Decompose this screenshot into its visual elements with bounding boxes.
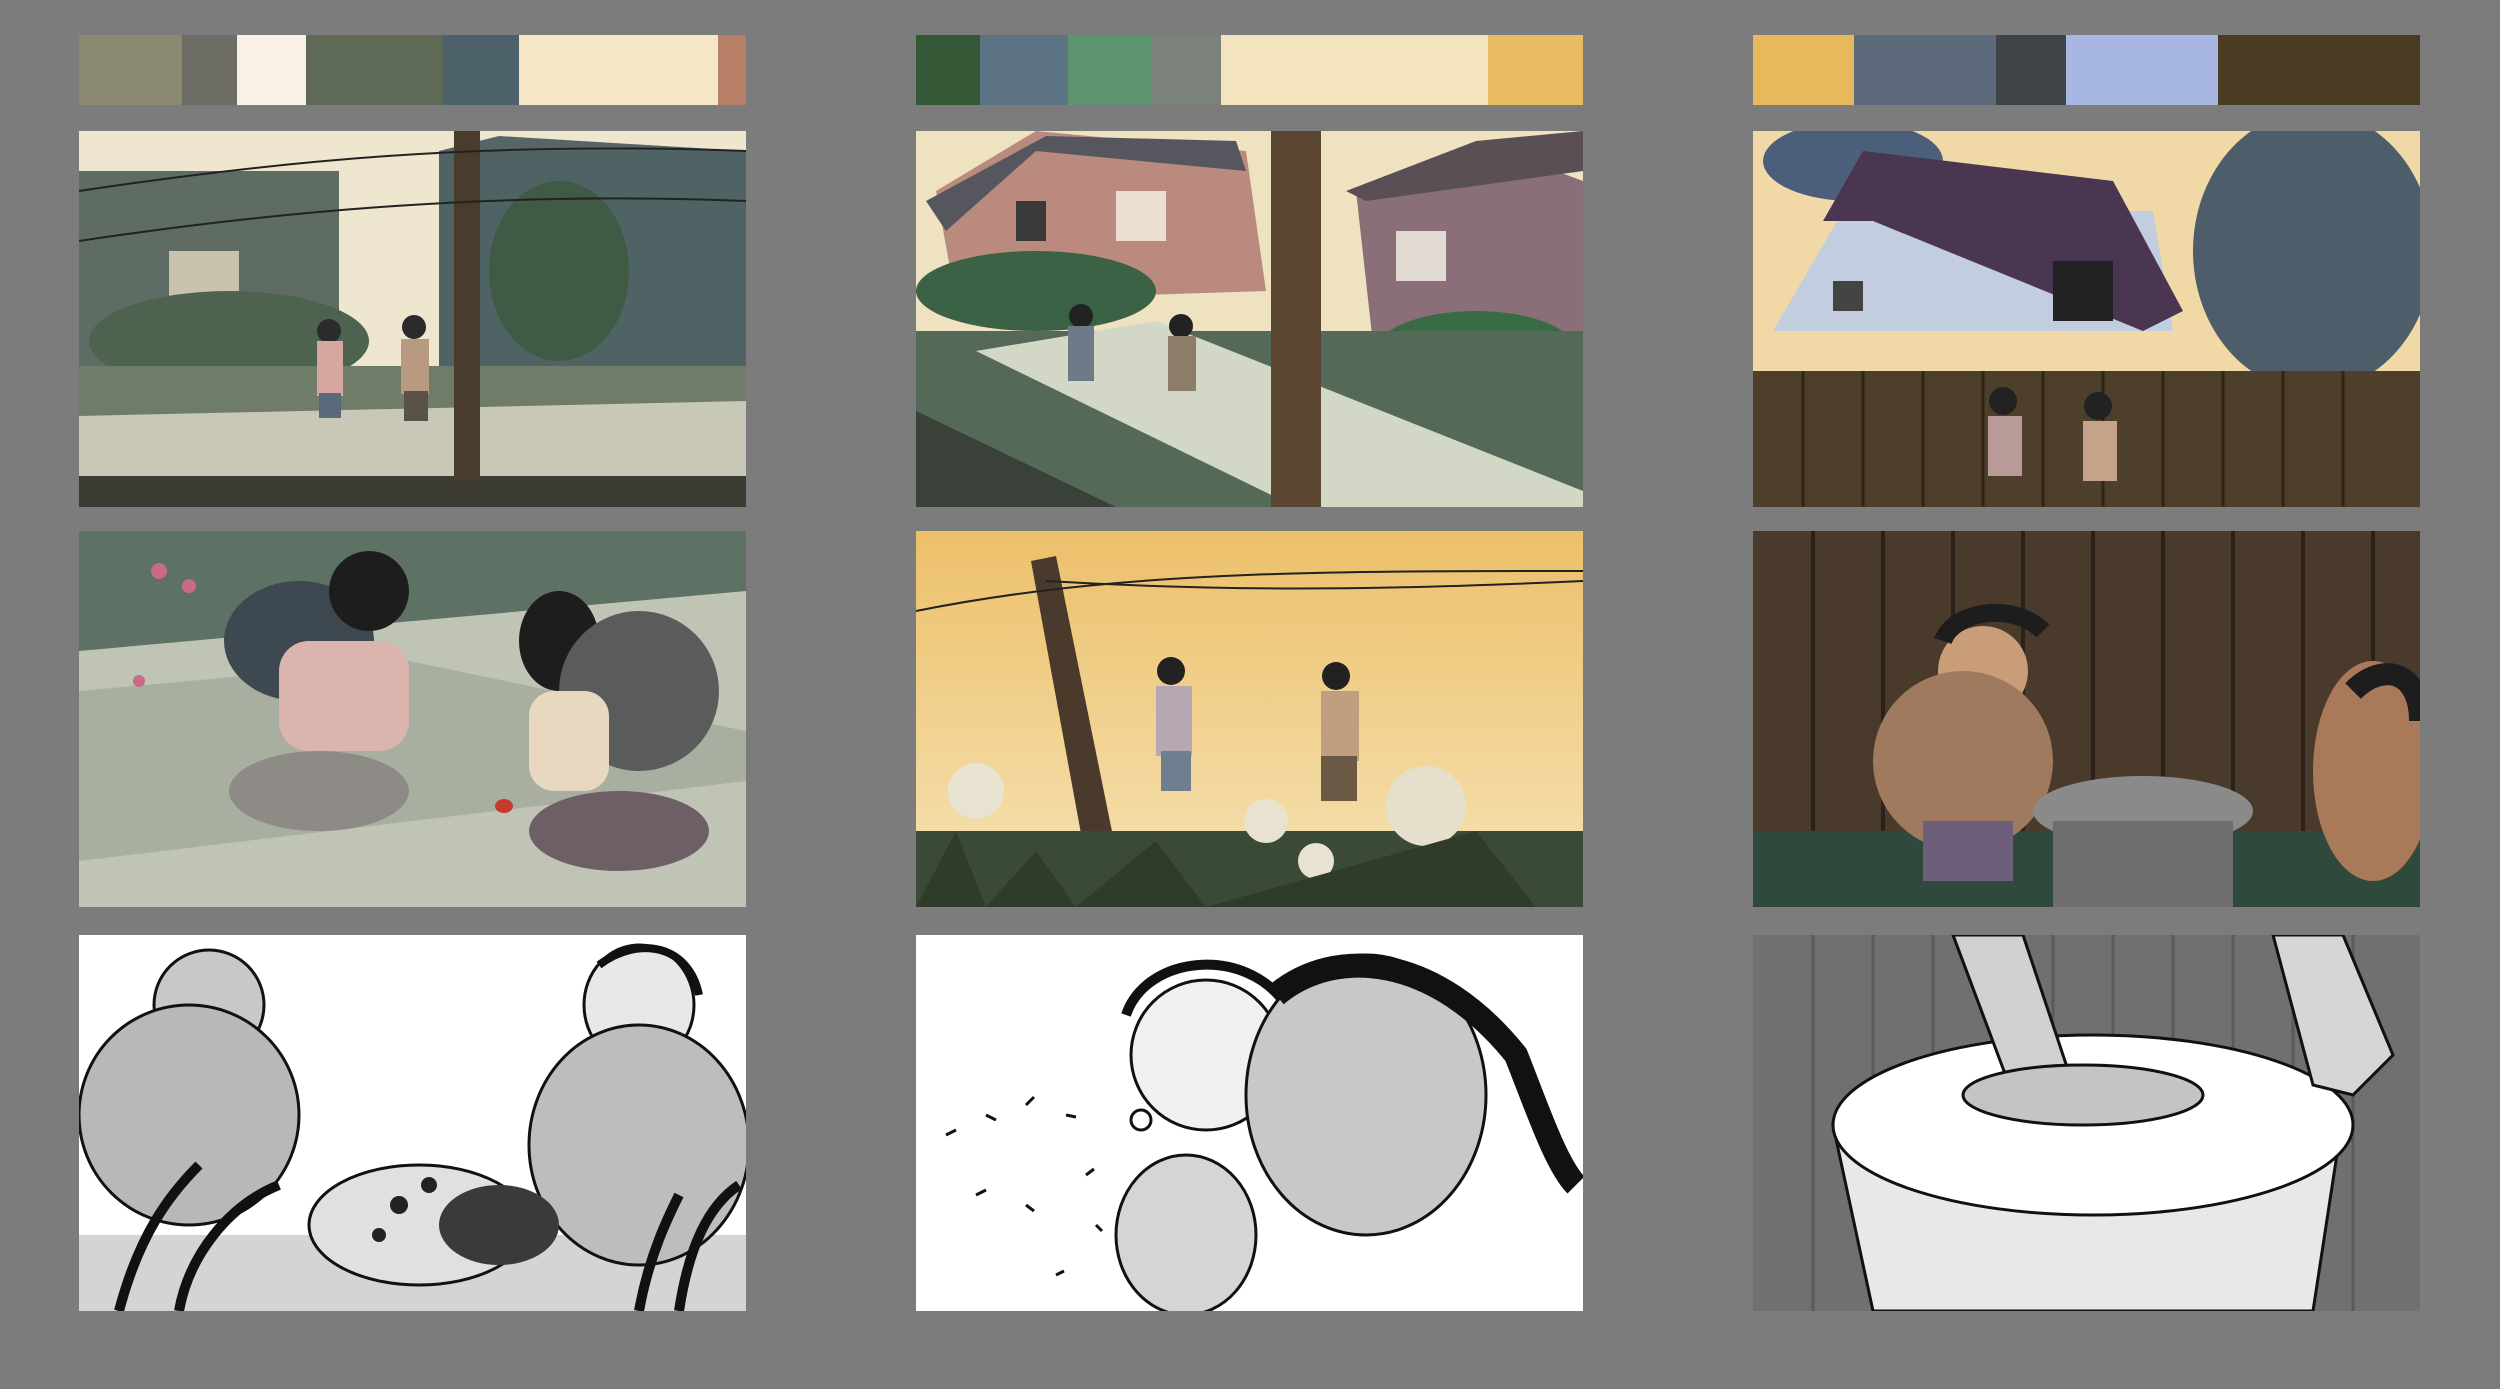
scene-sketch-blowing-dandelion (916, 935, 1583, 1311)
color-swatch (443, 35, 520, 105)
storyboard-frame (1753, 131, 2420, 507)
storyboard-column-3 (1753, 0, 2420, 1389)
scene-girls-walking-past-houses (916, 131, 1583, 507)
scene-sketch-ladybug-in-grass (79, 935, 746, 1311)
color-swatch (2066, 35, 2218, 105)
color-swatch (1995, 35, 2067, 105)
color-palette-strip (1753, 35, 2420, 105)
scene-girls-by-fence-white-house (1753, 131, 2420, 507)
color-swatch (182, 35, 238, 105)
storyboard-frame (916, 531, 1583, 907)
color-swatch (1068, 35, 1152, 105)
scene-girls-walking-dandelions (916, 531, 1583, 907)
color-swatch (305, 35, 444, 105)
storyboard-column-1 (79, 0, 746, 1389)
storyboard-frame (1753, 935, 2420, 1311)
color-swatch (1220, 35, 1488, 105)
storyboard-frame (79, 935, 746, 1311)
scene-girls-crouching-ladybug (79, 531, 746, 907)
scene-girls-walking-sidewalk (79, 131, 746, 507)
color-swatch (79, 35, 183, 105)
color-swatch (237, 35, 306, 105)
color-swatch (1854, 35, 1996, 105)
color-swatch (916, 35, 980, 105)
storyboard-frame (79, 531, 746, 907)
color-swatch (1753, 35, 1855, 105)
storyboard-frame (79, 131, 746, 507)
storyboard-frame (1753, 531, 2420, 907)
color-swatch (1487, 35, 1583, 105)
color-swatch (2217, 35, 2420, 105)
storyboard-column-2 (916, 0, 1583, 1389)
color-swatch (979, 35, 1069, 105)
color-swatch (1151, 35, 1221, 105)
storyboard-frame (916, 935, 1583, 1311)
scene-girls-lifting-trash-lid (1753, 531, 2420, 907)
color-palette-strip (79, 35, 746, 105)
scene-sketch-trash-can-lid (1753, 935, 2420, 1311)
color-swatch (718, 35, 746, 105)
color-swatch (519, 35, 719, 105)
color-palette-strip (916, 35, 1583, 105)
storyboard-frame (916, 131, 1583, 507)
